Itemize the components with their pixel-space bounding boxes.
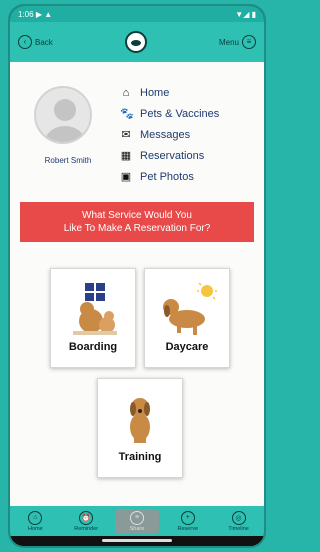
share-icon: ≡ [129,510,144,525]
envelope-icon: ✉ [121,129,131,141]
reservation-prompt-banner: What Service Would You Like To Make A Re… [20,202,254,242]
service-card-boarding[interactable]: Boarding [50,268,136,368]
back-arrow-icon: ‹ [18,35,32,49]
calendar-icon: ▦ [120,150,132,162]
home-nav-icon: ⌂ [28,510,43,525]
nav-reserve[interactable]: + Reserve [166,510,210,532]
nav-home[interactable]: ⌂ Home [13,510,57,532]
app-header: ‹ Back Menu ≡ [10,22,264,62]
timeline-icon: ◎ [231,510,246,525]
nav-timeline[interactable]: ◎ Timeline [217,510,261,532]
plus-icon: + [180,510,195,525]
menu-item-pets-vaccines[interactable]: 🐾 Pets & Vaccines [120,103,260,124]
menu-button[interactable]: Menu ≡ [219,35,256,49]
main-content: Robert Smith ⌂ Home 🐾 Pets & Vaccines ✉ … [10,62,264,506]
menu-item-messages[interactable]: ✉ Messages [120,124,260,145]
daycare-dog-icon [163,283,217,335]
banner-line-2: Like To Make A Reservation For? [63,223,211,234]
menu-label: Menu [218,37,239,47]
user-name: Robert Smith [44,156,92,165]
phone-frame: 1:06 ▶ ▲ ▼◢ ▮ ‹ Back Menu ≡ Robert Smith [10,6,264,546]
avatar[interactable] [34,86,92,144]
boarding-dogs-icon [73,283,117,335]
status-bar: 1:06 ▶ ▲ ▼◢ ▮ [10,6,264,22]
back-label: Back [35,37,53,47]
menu-item-reservations[interactable]: ▦ Reservations [120,145,260,166]
nav-label: Reserve [177,525,199,532]
status-time: 1:06 [18,9,34,19]
home-icon: ⌂ [122,86,130,99]
menu-item-pet-photos[interactable]: ▣ Pet Photos [120,166,260,187]
logo-paw-icon [130,40,141,46]
service-label: Boarding [68,341,118,353]
menu-item-label: Pets & Vaccines [140,107,220,120]
status-right-icons: ▼◢ ▮ [235,9,256,19]
home-indicator [10,536,264,546]
back-button[interactable]: ‹ Back [18,35,53,49]
home-indicator-bar [102,539,172,542]
nav-share[interactable]: ≡ Share [114,508,159,534]
app-logo [124,31,147,53]
alarm-clock-icon: ⏰ [79,510,94,525]
nav-label: Home [28,525,43,532]
service-card-training[interactable]: Training [97,378,183,478]
nav-label: Reminder [74,525,99,532]
menu-item-label: Home [140,86,170,99]
menu-item-home[interactable]: ⌂ Home [120,82,260,103]
menu-item-label: Reservations [140,149,205,162]
service-label: Training [118,451,162,463]
nav-reminder[interactable]: ⏰ Reminder [64,510,108,532]
nav-label: Share [129,525,145,532]
nav-label: Timeline [228,525,249,532]
banner-line-1: What Service Would You [82,210,192,221]
service-label: Daycare [165,341,209,353]
profile-menu: ⌂ Home 🐾 Pets & Vaccines ✉ Messages ▦ Re… [120,82,260,187]
photo-icon: ▣ [120,171,132,183]
menu-item-label: Pet Photos [140,170,194,183]
training-dog-icon [130,398,150,443]
hamburger-icon: ≡ [242,35,256,49]
bottom-nav: ⌂ Home ⏰ Reminder ≡ Share + Reserve ◎ Ti… [10,506,264,536]
status-left-icons: ▶ ▲ [35,9,53,19]
paw-icon: 🐾 [120,108,134,120]
user-silhouette-icon [45,99,85,142]
menu-item-label: Messages [140,128,191,141]
service-card-daycare[interactable]: Daycare [144,268,230,368]
status-left: 1:06 ▶ ▲ [18,10,52,19]
